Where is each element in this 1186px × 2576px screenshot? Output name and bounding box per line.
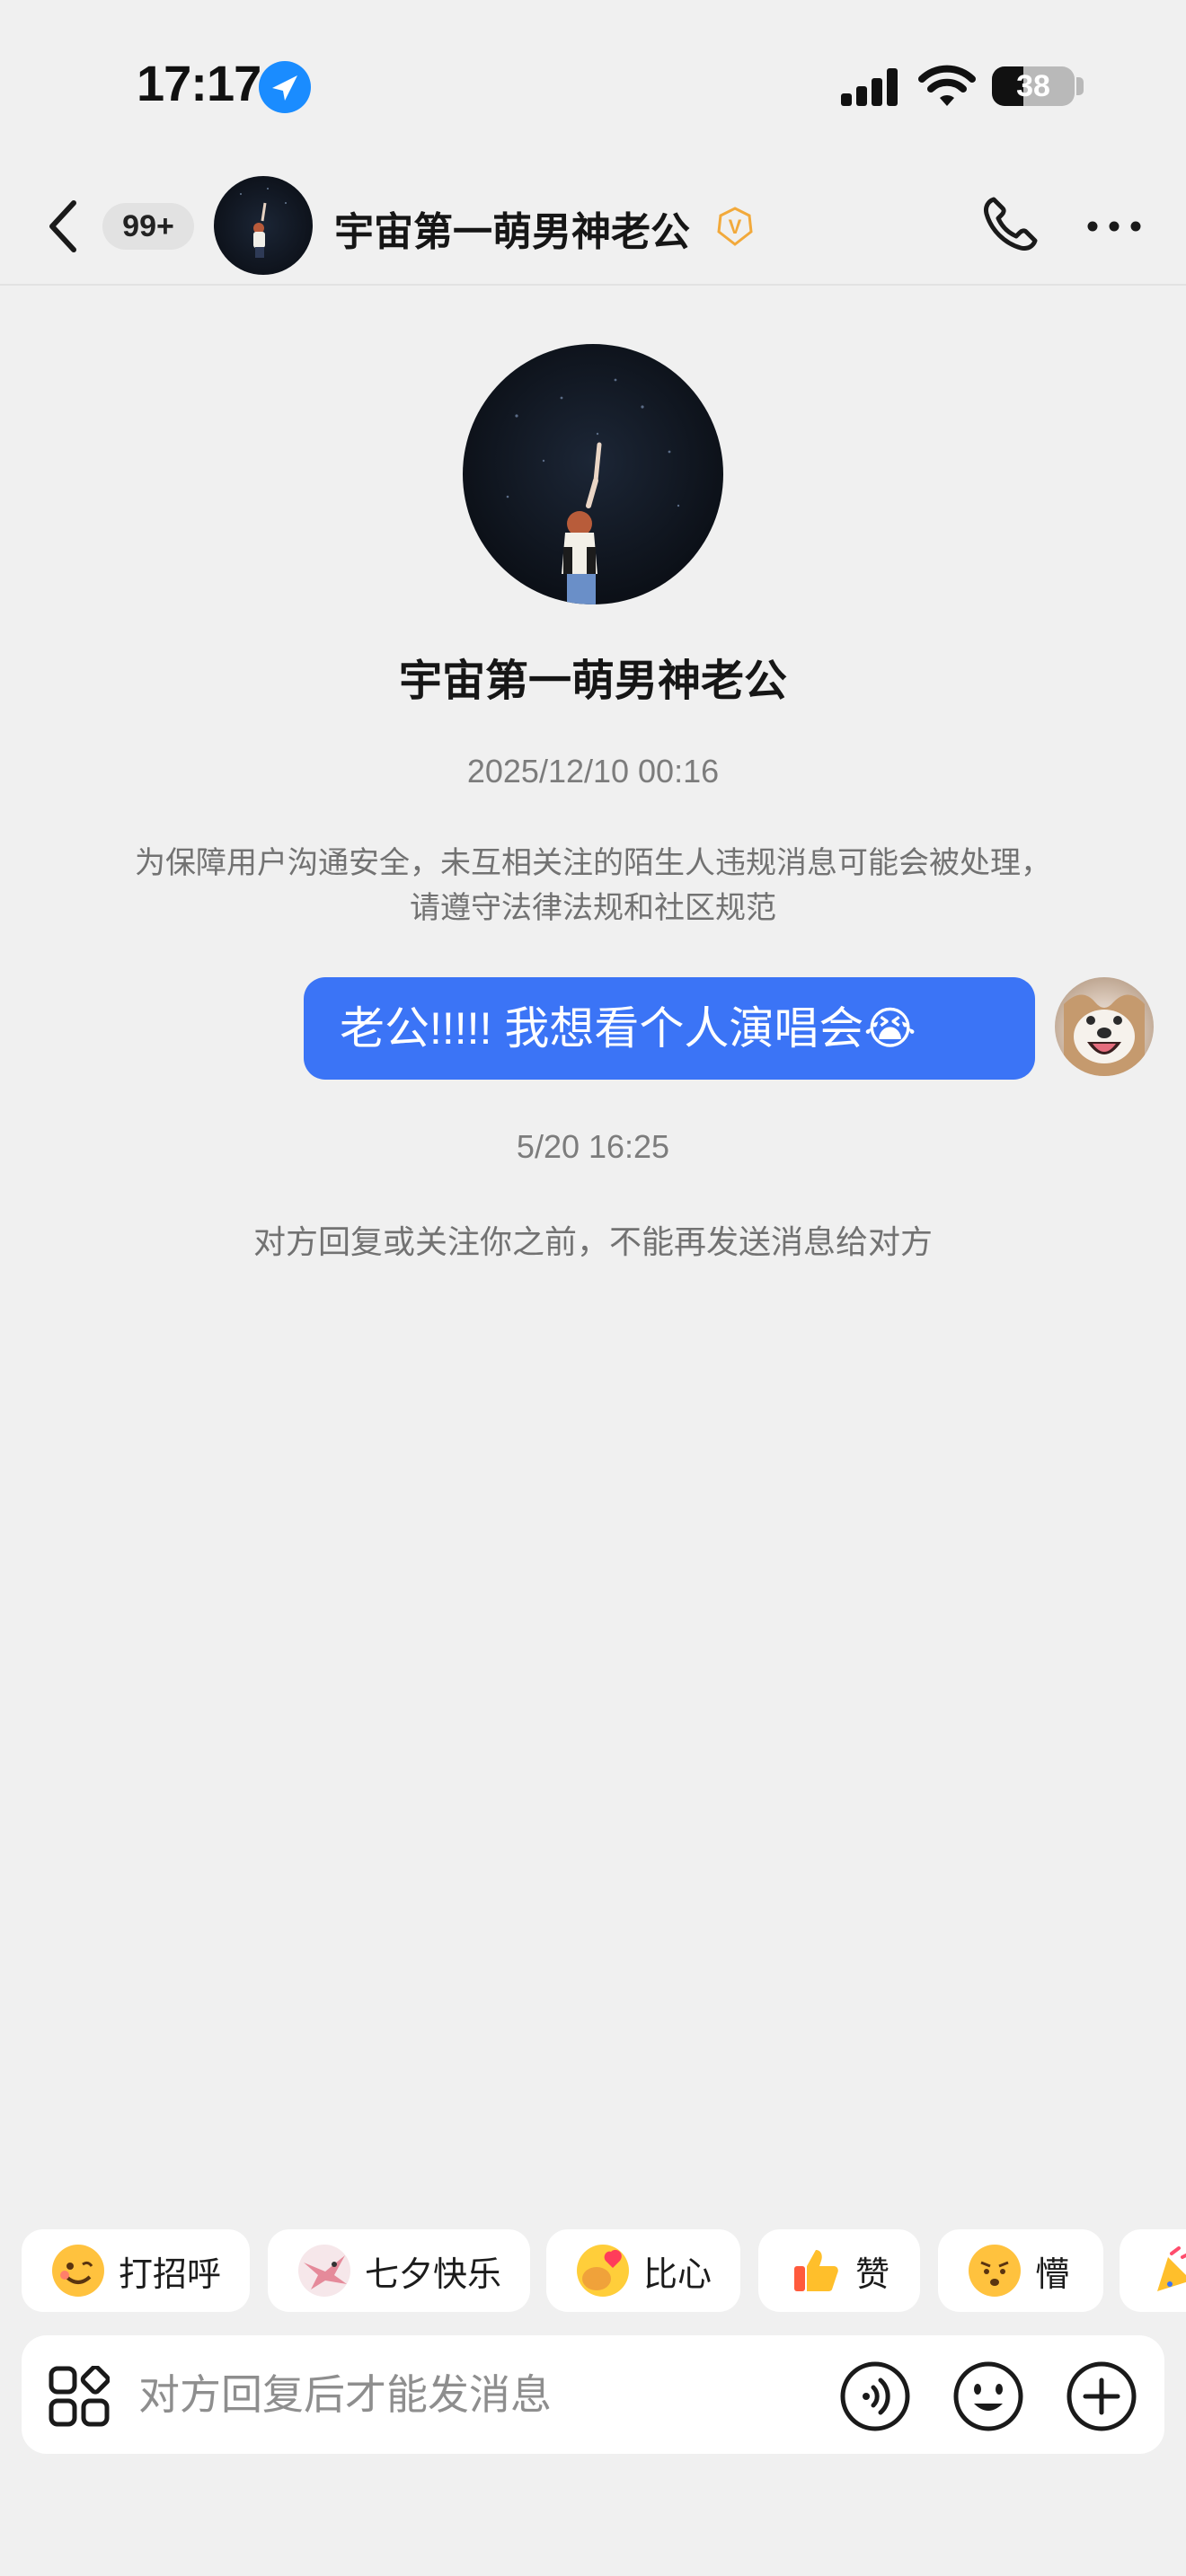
thumbs-up-icon bbox=[789, 2245, 841, 2297]
profile-avatar[interactable] bbox=[463, 344, 723, 604]
header-divider bbox=[0, 284, 1186, 286]
verified-mark: V bbox=[729, 216, 742, 238]
quick-reply-qixi[interactable]: 七夕快乐 bbox=[268, 2229, 530, 2312]
message-input[interactable] bbox=[138, 2359, 803, 2430]
quick-reply-confused[interactable]: 懵 bbox=[938, 2229, 1103, 2312]
voice-icon[interactable] bbox=[839, 2360, 911, 2432]
quick-reply-like[interactable]: 赞 bbox=[758, 2229, 920, 2312]
status-time: 17:17 bbox=[137, 55, 261, 111]
contact-avatar[interactable] bbox=[214, 176, 313, 275]
confused-face-icon bbox=[969, 2245, 1021, 2297]
message-bubble[interactable]: 老公!!!!! 我想看个人演唱会😭 bbox=[304, 977, 1035, 1080]
quick-reply-greet[interactable]: 打招呼 bbox=[22, 2229, 250, 2312]
magpie-icon bbox=[298, 2245, 350, 2297]
chip-label: 比心 bbox=[643, 2255, 712, 2294]
quick-reply-finger-heart[interactable]: 比心 bbox=[546, 2229, 740, 2312]
more-icon[interactable] bbox=[1085, 214, 1143, 239]
plus-icon[interactable] bbox=[1066, 2360, 1137, 2432]
apps-icon[interactable] bbox=[49, 2364, 111, 2427]
battery-level: 38 bbox=[1016, 69, 1050, 103]
chip-label: 懵 bbox=[1035, 2255, 1070, 2294]
profile-name: 宇宙第一萌男神老公 bbox=[398, 657, 787, 705]
phone-icon[interactable] bbox=[978, 194, 1040, 257]
send-limit-notice: 对方回复或关注你之前，不能再发送消息给对方 bbox=[252, 1223, 933, 1260]
safety-notice: 为保障用户沟通安全，未互相关注的陌生人违规消息可能会被处理，请遵守法律法规和社区… bbox=[135, 846, 1051, 925]
chip-label: 七夕快乐 bbox=[365, 2255, 502, 2294]
cellular-signal-icon bbox=[841, 68, 898, 106]
verified-badge-icon: V bbox=[715, 207, 755, 246]
chat-title: 宇宙第一萌男神老公 bbox=[334, 210, 690, 254]
finger-heart-icon bbox=[577, 2245, 629, 2297]
location-arrow-icon bbox=[259, 61, 311, 113]
message-timestamp: 2025/12/10 00:16 bbox=[466, 753, 720, 790]
battery-icon: 38 bbox=[992, 66, 1075, 106]
unread-count-badge[interactable]: 99+ bbox=[102, 203, 194, 250]
wifi-icon bbox=[918, 65, 976, 108]
message-timestamp-2: 5/20 16:25 bbox=[516, 1128, 670, 1165]
battery-tip bbox=[1076, 77, 1084, 95]
chip-label: 打招呼 bbox=[119, 2255, 222, 2294]
emoji-icon[interactable] bbox=[952, 2360, 1024, 2432]
quick-reply-more[interactable] bbox=[1120, 2229, 1186, 2312]
party-icon bbox=[1152, 2245, 1186, 2297]
back-arrow-icon[interactable] bbox=[40, 196, 90, 257]
smile-face-icon bbox=[52, 2245, 104, 2297]
chip-label: 赞 bbox=[855, 2255, 890, 2294]
my-avatar[interactable] bbox=[1055, 977, 1154, 1076]
